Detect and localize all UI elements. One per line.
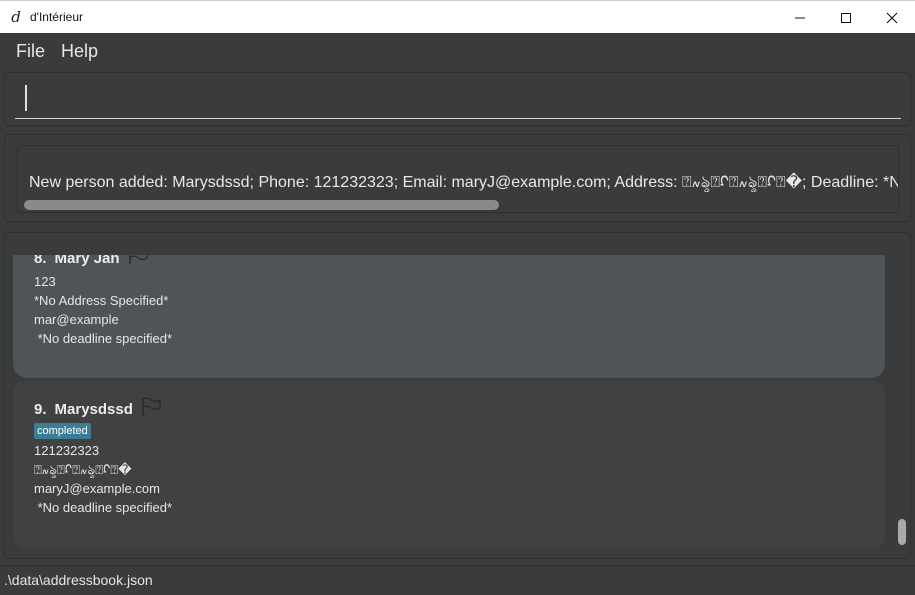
tag-completed: completed bbox=[34, 423, 91, 439]
person-email: maryJ@example.com bbox=[34, 481, 160, 496]
person-index: 9. bbox=[34, 400, 47, 418]
person-list-panel: 8. Mary Jan 123 *No Address Specified* m… bbox=[4, 232, 911, 559]
person-name: Marysdssd bbox=[54, 400, 133, 418]
result-display[interactable]: New person added: Marysdssd; Phone: 1212… bbox=[17, 145, 899, 213]
text-caret bbox=[25, 85, 27, 111]
close-button[interactable] bbox=[869, 1, 915, 34]
person-name: Mary Jan bbox=[54, 255, 120, 267]
maximize-icon bbox=[841, 12, 851, 23]
menu-bar: File Help bbox=[0, 33, 915, 69]
window-title: d'Intérieur bbox=[30, 10, 83, 24]
menu-file[interactable]: File bbox=[8, 41, 53, 62]
close-icon bbox=[886, 12, 898, 23]
minimize-icon bbox=[795, 17, 805, 18]
person-card[interactable]: 9. Marysdssd completed 121232323 ⍰៷ৡ⍰ᡗ⍰៷… bbox=[13, 381, 885, 549]
window-controls bbox=[777, 1, 915, 34]
person-deadline: *No deadline specified* bbox=[34, 331, 173, 346]
person-index: 8. bbox=[34, 255, 47, 267]
result-display-panel: New person added: Marysdssd; Phone: 1212… bbox=[4, 134, 911, 222]
save-file-path: .\data\addressbook.json bbox=[4, 572, 153, 588]
person-card-header: 9. Marysdssd bbox=[34, 397, 885, 421]
person-phone: 121232323 bbox=[34, 443, 100, 458]
menu-help[interactable]: Help bbox=[53, 41, 106, 62]
minimize-button[interactable] bbox=[777, 1, 823, 34]
person-address: ⍰៷ৡ⍰ᡗ⍰៷ৡ⍰ᡗ⍰� bbox=[34, 462, 132, 477]
maximize-button[interactable] bbox=[823, 1, 869, 34]
person-phone: 123 bbox=[34, 274, 56, 289]
list-vertical-scrollbar[interactable] bbox=[898, 519, 906, 545]
tag-list: completed bbox=[34, 421, 885, 441]
person-email: mar@example bbox=[34, 312, 119, 327]
title-bar: d d'Intérieur bbox=[0, 0, 915, 33]
flag-icon[interactable] bbox=[140, 397, 162, 421]
result-horizontal-scrollbar[interactable] bbox=[24, 200, 499, 210]
person-card[interactable]: 8. Mary Jan 123 *No Address Specified* m… bbox=[13, 255, 885, 378]
flag-icon[interactable] bbox=[127, 255, 149, 269]
command-box bbox=[4, 72, 911, 126]
person-address: *No Address Specified* bbox=[34, 293, 169, 308]
status-bar: .\data\addressbook.json bbox=[0, 565, 915, 595]
person-card-header: 8. Mary Jan bbox=[34, 255, 885, 269]
person-list[interactable]: 8. Mary Jan 123 *No Address Specified* m… bbox=[13, 255, 887, 555]
app-logo-icon: d bbox=[11, 8, 21, 26]
result-message: New person added: Marysdssd; Phone: 1212… bbox=[29, 174, 898, 191]
person-deadline: *No deadline specified* bbox=[34, 500, 173, 515]
command-input[interactable] bbox=[15, 81, 901, 119]
